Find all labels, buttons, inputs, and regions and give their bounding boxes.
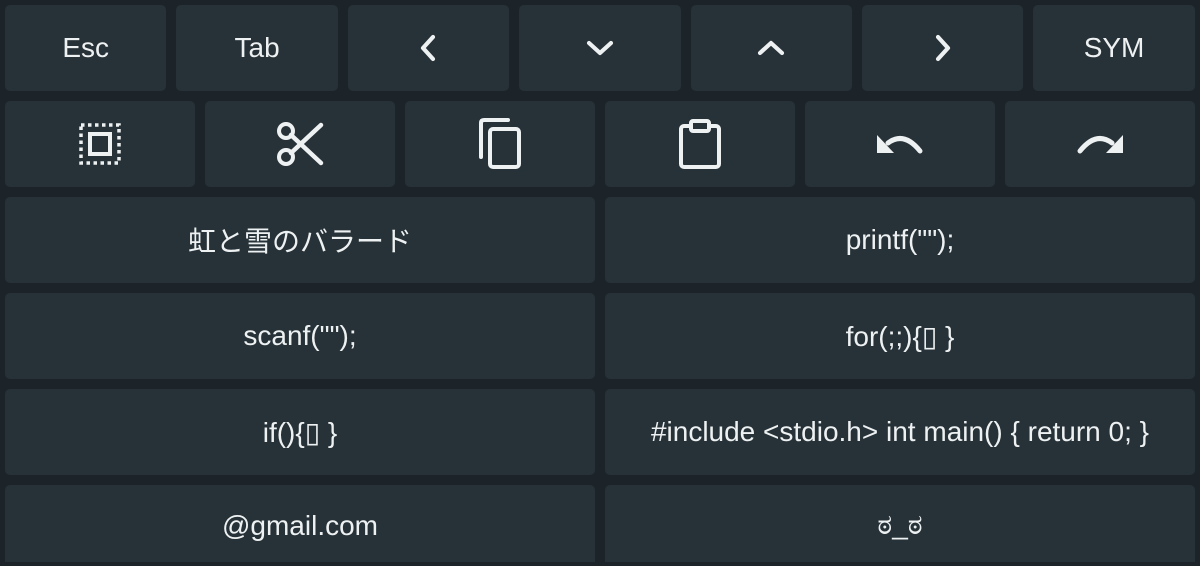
snippet-key-include-main[interactable]: #include <stdio.h> int main() { return 0… [605,389,1195,475]
edit-key-row [0,101,1200,187]
undo-key[interactable] [805,101,995,187]
up-arrow-key[interactable] [690,5,852,91]
tab-key[interactable]: Tab [176,5,338,91]
snippet-key-look-of-disapproval[interactable]: ಠ_ಠ [605,485,1195,566]
sym-key[interactable]: SYM [1033,5,1195,91]
snippet-row-2: scanf(""); for(;;){▯ } [0,293,1200,379]
snippet-row-3: if(){▯ } #include <stdio.h> int main() {… [0,389,1200,475]
snippet-key-for-loop[interactable]: for(;;){▯ } [605,293,1195,379]
snippet-label: 虹と雪のバラード [187,226,412,257]
snippet-key-ballad[interactable]: 虹と雪のバラード [5,197,595,283]
copy-key[interactable] [405,101,595,187]
extra-keys-keyboard: Esc Tab SYM 虹と雪のバラード printf(""); scanf("… [0,0,1200,566]
chevron-left-icon [421,34,436,62]
cut-icon [277,122,324,166]
right-arrow-key[interactable] [861,5,1024,91]
snippet-label: #include <stdio.h> int main() { return 0… [650,416,1150,447]
snippet-row-4: @gmail.com ಠ_ಠ [0,485,1200,566]
cut-key[interactable] [205,101,395,187]
redo-key[interactable] [1005,101,1195,187]
snippet-label: scanf(""); [243,320,357,351]
redo-icon [1077,135,1123,154]
tab-key-label: Tab [234,32,280,63]
down-arrow-key[interactable] [519,5,681,91]
snippet-label: printf(""); [845,224,955,255]
snippet-key-scanf[interactable]: scanf(""); [5,293,595,379]
esc-key-label: Esc [62,32,110,63]
paste-icon [679,119,721,169]
snippet-label: if(){▯ } [262,416,338,448]
esc-key[interactable]: Esc [5,5,167,91]
sym-key-label: SYM [1083,32,1145,63]
select-all-key[interactable] [5,101,195,187]
snippet-key-printf[interactable]: printf(""); [605,197,1195,283]
paste-key[interactable] [605,101,795,187]
chevron-up-icon [758,40,785,56]
select-all-icon [79,123,121,165]
copy-icon [479,118,521,169]
navigation-key-row: Esc Tab SYM [0,5,1200,91]
snippet-row-1: 虹と雪のバラード printf(""); [0,197,1200,283]
chevron-down-icon [586,40,613,56]
snippet-label: @gmail.com [221,509,378,541]
undo-icon [877,135,923,154]
chevron-right-icon [935,34,950,62]
keyboard-bottom-edge [0,562,1200,566]
left-arrow-key[interactable] [347,5,510,91]
snippet-label: for(;;){▯ } [845,320,955,352]
snippet-label: ಠ_ಠ [877,509,923,540]
snippet-key-gmail[interactable]: @gmail.com [5,485,595,566]
snippet-key-if[interactable]: if(){▯ } [5,389,595,475]
